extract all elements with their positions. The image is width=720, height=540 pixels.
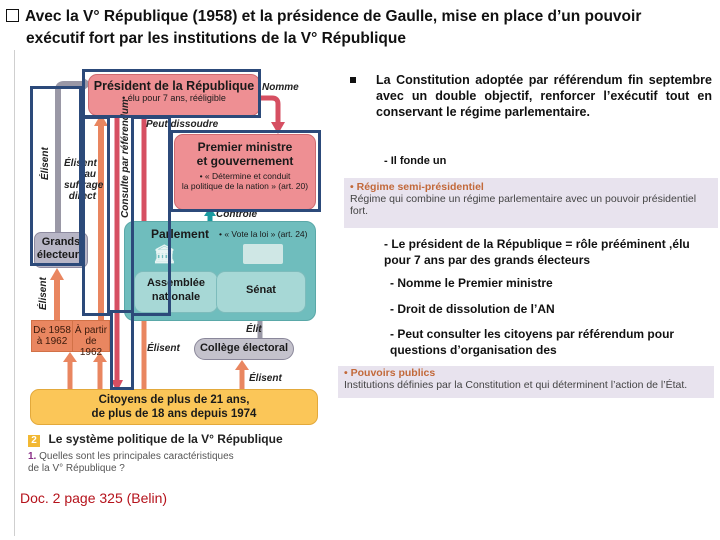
highlight-suffrage [82,116,110,316]
highlight-referendum [110,310,134,390]
citoyens-box: Citoyens de plus de 21 ans, de plus de 1… [30,389,318,425]
constitution-bullet: La Constitution adoptée par référendum f… [350,72,712,120]
arrow-nomme [258,95,281,124]
caption-text: Le système politique de la V° République [48,432,283,446]
label-nomme: Nomme [262,82,299,93]
citoyens-line-2: de plus de 18 ans depuis 1974 [91,408,257,420]
point-dissolution: - Droit de dissolution de l’AN [390,302,555,316]
highlight-grands-electeurs [30,86,82,266]
def1-text: Régime qui combine un régime parlementai… [350,193,697,217]
arrowhead-elisent-ge [50,268,64,280]
sub-intro: - Il fonde un [384,155,447,167]
period1-line2: à 1962 [36,336,68,347]
constitution-text: La Constitution adoptée par référendum f… [376,73,712,119]
label-elisent-bottom: Élisent [38,277,49,310]
senat-building-icon [243,244,283,264]
label-elit: Élit [246,324,262,335]
senat-label: Sénat [246,284,276,296]
figure-question: 1. Quelles sont les principales caractér… [28,451,234,475]
citoyens-line-1: Citoyens de plus de 21 ans, [98,394,250,406]
college-label: Collège électoral [199,342,289,354]
period1-line1: De 1958 [33,325,71,336]
def2-term: Pouvoirs publics [350,367,436,379]
definition-semi-presidentiel: • Régime semi-présidentiel Régime qui co… [344,178,718,228]
point-nomme-pm: - Nomme le Premier ministre [390,276,553,290]
parlement-detail: • « Vote la loi » (art. 24) [219,229,308,239]
label-elisent-college: Élisent [249,373,282,384]
figure-caption: 2 Le système politique de la V° Républiq… [28,430,283,448]
label-elisent-an: Élisent [147,343,180,354]
def1-term: Régime semi-présidentiel [356,181,484,193]
question-number: 1. [28,451,37,462]
point-president-role: - Le président de la République = rôle p… [384,237,690,267]
period2-line1: À partir [74,325,108,336]
college-electoral-box: Collège électoral [194,338,294,360]
senat-box: Sénat [216,271,306,313]
highlight-dissolution [131,116,171,316]
caption-number-badge: 2 [28,435,40,447]
period2-line2: de 1962 [79,336,103,358]
highlight-president [82,69,261,118]
point-referendum: - Peut consulter les citoyens par référe… [390,327,675,357]
period-1958-1962: De 1958 à 1962 [31,320,73,352]
square-bullet-icon [350,77,356,83]
question-line-2: de la V° République ? [28,463,125,474]
question-line-1: Quelles sont les principales caractérist… [39,451,234,462]
highlight-pm [170,130,321,212]
def2-text: Institutions définies par la Constitutio… [344,379,688,391]
source-citation: Doc. 2 page 325 (Belin) [20,490,168,506]
definition-pouvoirs-publics: • Pouvoirs publics Institutions définies… [338,366,714,398]
period-from-1962: À partir de 1962 [72,320,110,358]
